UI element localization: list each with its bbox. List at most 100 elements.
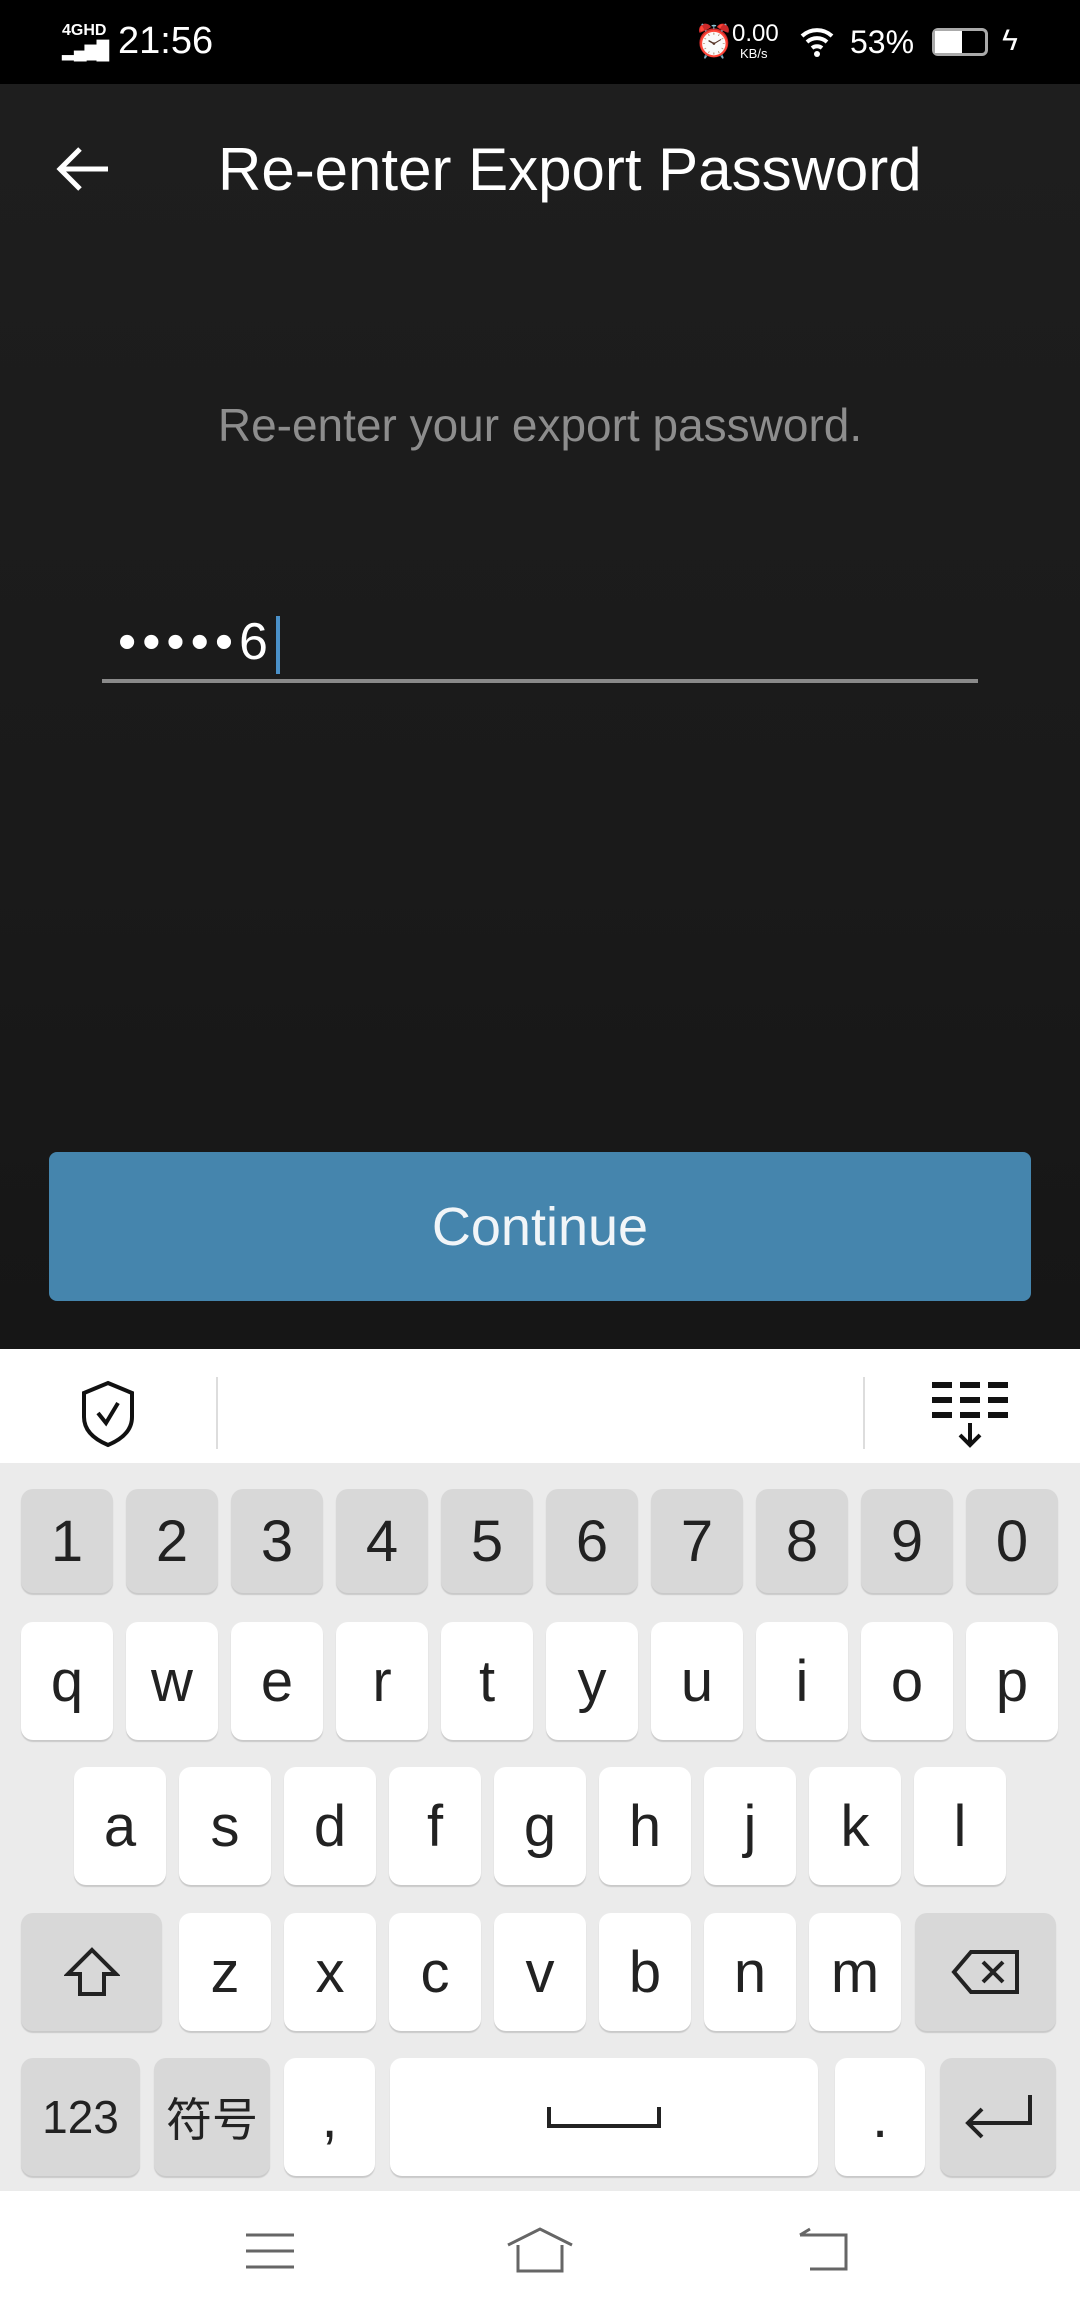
key-label: h xyxy=(628,1793,662,1859)
shield-check-icon[interactable] xyxy=(78,1379,138,1449)
key-k[interactable]: k xyxy=(809,1767,901,1885)
key-label: f xyxy=(426,1793,444,1859)
net-speed-unit: KB/s xyxy=(740,46,768,61)
key-label: g xyxy=(523,1793,557,1859)
backspace-icon xyxy=(950,1950,1019,1994)
key-label: n xyxy=(733,1939,767,2005)
key-label: u xyxy=(680,1648,714,1714)
key-label: j xyxy=(743,1793,757,1859)
key-b[interactable]: b xyxy=(599,1913,691,2031)
key-2[interactable]: 2 xyxy=(126,1489,218,1593)
password-input[interactable]: •••••6 xyxy=(118,612,280,675)
comma-key[interactable]: , xyxy=(284,2058,375,2176)
key-label: w xyxy=(151,1648,193,1714)
key-label: x xyxy=(315,1939,345,2005)
key-3[interactable]: 3 xyxy=(231,1489,323,1593)
key-label: a xyxy=(103,1793,137,1859)
home-icon[interactable] xyxy=(504,2225,576,2275)
wifi-icon xyxy=(800,28,834,57)
symbols-key[interactable]: 符号 xyxy=(154,2058,270,2176)
net-speed: 0.00 xyxy=(732,20,779,47)
instruction-text: Re-enter your export password. xyxy=(217,399,863,451)
continue-button[interactable]: Continue xyxy=(49,1152,1031,1301)
key-p[interactable]: p xyxy=(966,1622,1058,1740)
key-label: d xyxy=(313,1793,347,1859)
key-o[interactable]: o xyxy=(861,1622,953,1740)
page-title: Re-enter Export Password xyxy=(218,136,922,203)
key-4[interactable]: 4 xyxy=(336,1489,428,1593)
key-i[interactable]: i xyxy=(756,1622,848,1740)
key-w[interactable]: w xyxy=(126,1622,218,1740)
key-label: 6 xyxy=(575,1508,609,1574)
key-9[interactable]: 9 xyxy=(861,1489,953,1593)
battery-icon xyxy=(932,28,988,56)
key-7[interactable]: 7 xyxy=(651,1489,743,1593)
key-label: r xyxy=(372,1648,392,1714)
key-a[interactable]: a xyxy=(74,1767,166,1885)
key-z[interactable]: z xyxy=(179,1913,271,2031)
key-label: i xyxy=(795,1648,809,1714)
key-n[interactable]: n xyxy=(704,1913,796,2031)
password-value: •••••6 xyxy=(118,613,274,671)
backspace-key[interactable] xyxy=(915,1913,1056,2031)
key-label: 8 xyxy=(785,1508,819,1574)
key-label: 符号 xyxy=(166,2094,258,2146)
key-d[interactable]: d xyxy=(284,1767,376,1885)
key-g[interactable]: g xyxy=(494,1767,586,1885)
charging-icon: ϟ xyxy=(1002,24,1018,57)
back-nav-icon[interactable] xyxy=(796,2227,852,2275)
network-type: 4GHD xyxy=(62,22,107,39)
key-h[interactable]: h xyxy=(599,1767,691,1885)
key-q[interactable]: q xyxy=(21,1622,113,1740)
key-label: e xyxy=(260,1648,294,1714)
back-arrow-icon[interactable] xyxy=(56,146,112,192)
status-bar: 4GHD ▂▄▆█ 21:56 ⏰ 0.00 KB/s 53% ϟ xyxy=(0,0,1080,84)
key-m[interactable]: m xyxy=(809,1913,901,2031)
key-label: 9 xyxy=(890,1508,924,1574)
key-x[interactable]: x xyxy=(284,1913,376,2031)
key-label: 2 xyxy=(155,1508,189,1574)
enter-key[interactable] xyxy=(940,2058,1056,2176)
signal-icon: ▂▄▆█ xyxy=(62,40,109,60)
key-c[interactable]: c xyxy=(389,1913,481,2031)
key-t[interactable]: t xyxy=(441,1622,533,1740)
key-label: q xyxy=(50,1648,84,1714)
key-label: t xyxy=(478,1648,496,1714)
key-1[interactable]: 1 xyxy=(21,1489,113,1593)
battery-percent: 53% xyxy=(850,24,915,60)
key-label: 7 xyxy=(680,1508,714,1574)
keyboard-toolbar xyxy=(0,1349,1080,1463)
key-l[interactable]: l xyxy=(914,1767,1006,1885)
shift-key[interactable] xyxy=(21,1913,162,2031)
period-key[interactable]: . xyxy=(835,2058,925,2176)
key-label: 5 xyxy=(470,1508,504,1574)
space-key[interactable] xyxy=(390,2058,818,2176)
key-r[interactable]: r xyxy=(336,1622,428,1740)
key-label: . xyxy=(871,2084,889,2150)
key-label: p xyxy=(995,1648,1029,1714)
key-j[interactable]: j xyxy=(704,1767,796,1885)
clock: 21:56 xyxy=(118,20,214,62)
space-icon xyxy=(547,2107,661,2128)
key-label: 4 xyxy=(365,1508,399,1574)
key-e[interactable]: e xyxy=(231,1622,323,1740)
key-s[interactable]: s xyxy=(179,1767,271,1885)
key-6[interactable]: 6 xyxy=(546,1489,638,1593)
menu-icon[interactable] xyxy=(244,2231,296,2271)
key-label: m xyxy=(830,1939,880,2005)
key-label: 1 xyxy=(50,1508,84,1574)
numbers-key[interactable]: 123 xyxy=(21,2058,140,2176)
key-label: b xyxy=(628,1939,662,2005)
key-v[interactable]: v xyxy=(494,1913,586,2031)
key-label: 123 xyxy=(42,2091,119,2143)
key-y[interactable]: y xyxy=(546,1622,638,1740)
key-8[interactable]: 8 xyxy=(756,1489,848,1593)
key-0[interactable]: 0 xyxy=(966,1489,1058,1593)
navigation-bar xyxy=(0,2191,1080,2316)
key-u[interactable]: u xyxy=(651,1622,743,1740)
key-5[interactable]: 5 xyxy=(441,1489,533,1593)
key-label: o xyxy=(890,1648,924,1714)
hide-keyboard-icon[interactable] xyxy=(930,1379,1010,1449)
key-label: 0 xyxy=(995,1508,1029,1574)
key-f[interactable]: f xyxy=(389,1767,481,1885)
